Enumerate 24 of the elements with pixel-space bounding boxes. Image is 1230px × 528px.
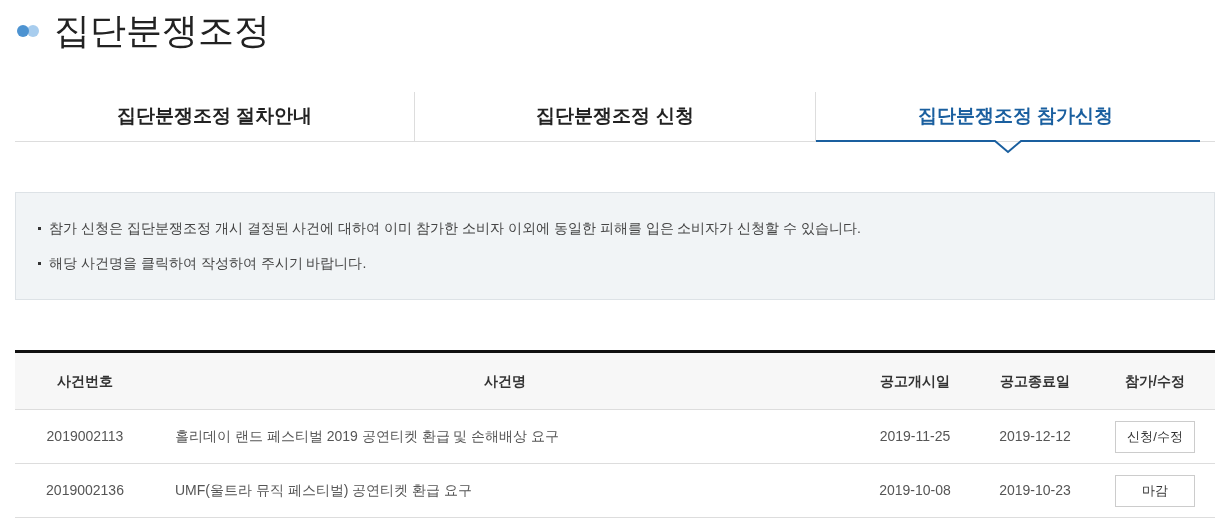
table-cell: 2019-10-23 [999,482,1071,498]
table-cell: 2019-12-12 [999,428,1071,444]
tab[interactable]: 집단분쟁조정 참가신청 [815,92,1215,141]
action-button[interactable]: 마감 [1115,474,1195,507]
notice-text: 해당 사건명을 클릭하여 작성하여 주시기 바랍니다. [49,254,367,273]
table-cell: 2019-11-25 [879,428,951,444]
column-header: 공고종료일 [1000,373,1070,389]
title-icon [16,25,40,37]
column-header: 참가/수정 [1125,373,1185,389]
table-cell: 2019-10-08 [879,482,951,498]
page-title: 집단분쟁조정 [54,13,270,49]
table-cell: 2019002136 [46,482,124,498]
bullet-icon [38,227,41,230]
tab[interactable]: 집단분쟁조정 신청 [415,92,815,141]
bullet-icon [38,262,41,265]
case-link[interactable]: UMF(울트라 뮤직 페스티벌) 공연티켓 환급 요구 [175,482,473,498]
action-button[interactable]: 신청/수정 [1115,420,1195,453]
column-header: 사건번호 [57,373,113,389]
case-link[interactable]: 홀리데이 랜드 페스티벌 2019 공연티켓 환급 및 손해배상 요구 [175,428,560,444]
column-header: 공고개시일 [880,373,950,389]
table-cell: 2019002113 [46,428,124,444]
tab[interactable]: 집단분쟁조정 절차안내 [15,92,415,141]
notice-text: 참가 신청은 집단분쟁조정 개시 결정된 사건에 대하여 이미 참가한 소비자 이외에 동일한 피해를 입은 소비자가 신청할 수 있습니다. [49,219,861,238]
column-header: 사건명 [484,373,526,389]
